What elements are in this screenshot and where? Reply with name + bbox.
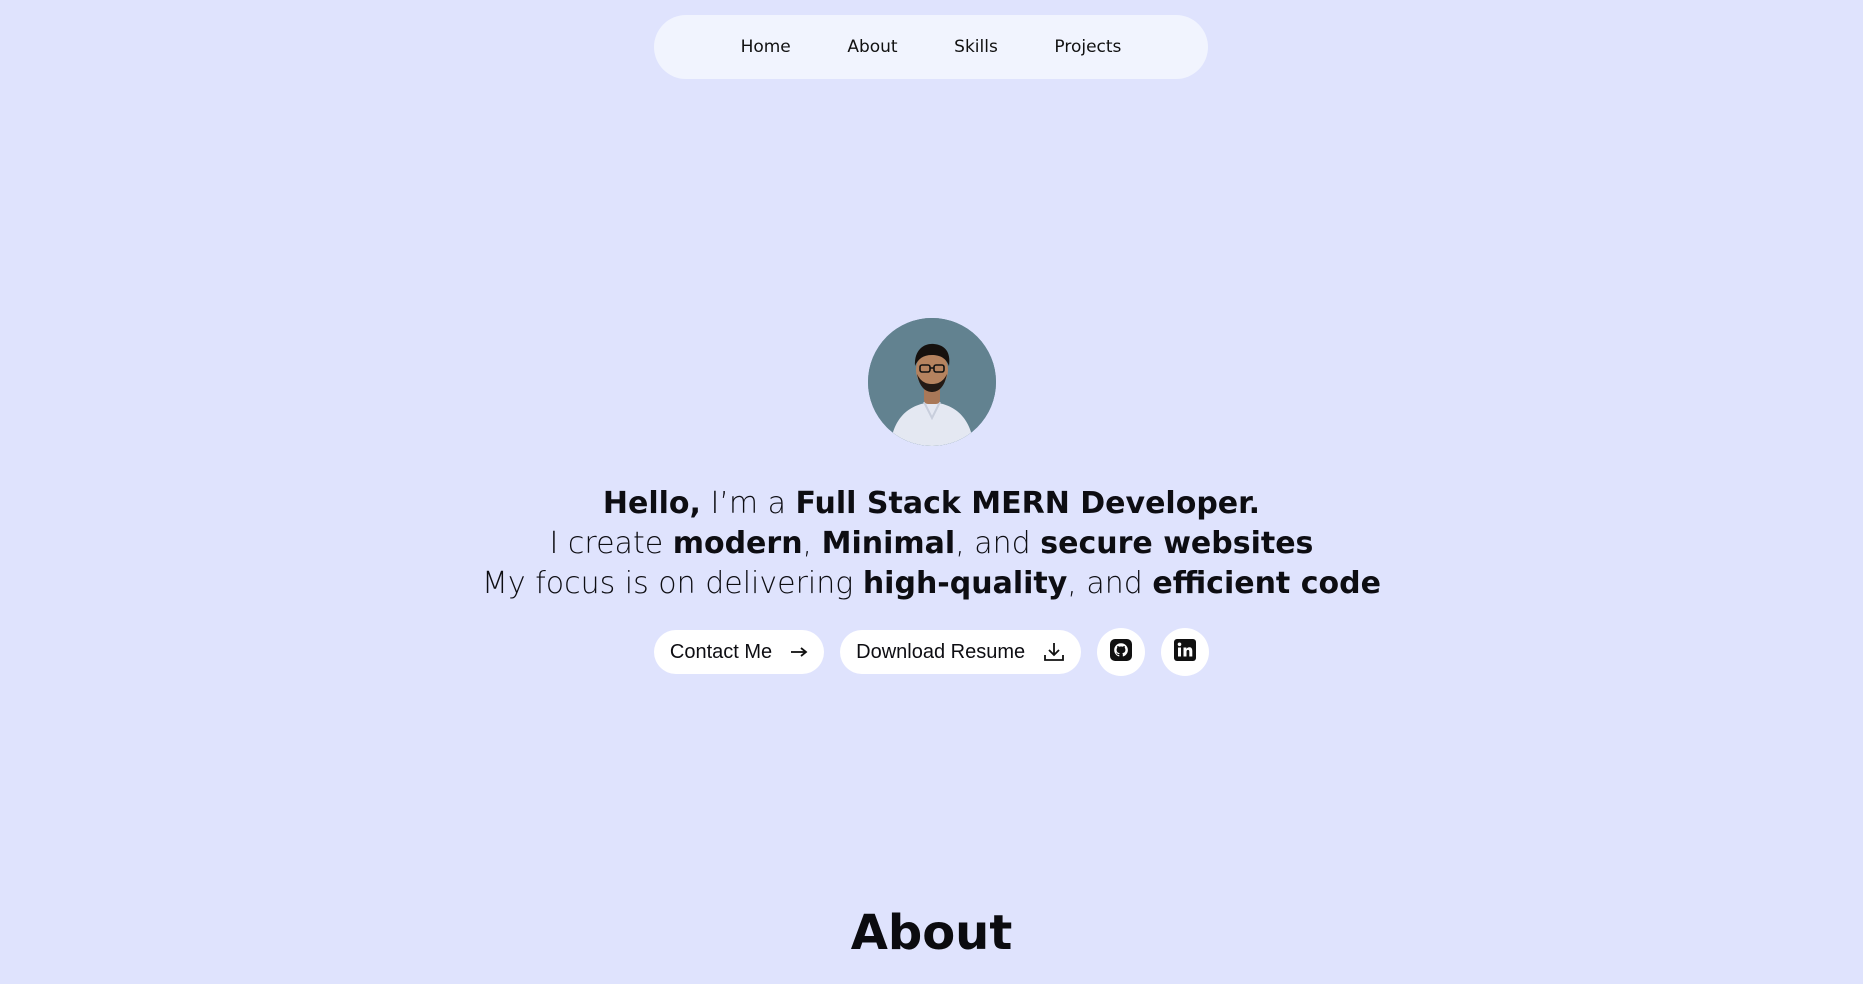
arrow-right-icon xyxy=(790,646,808,658)
intro-line-3: My focus is on delivering high-quality, … xyxy=(482,566,1381,601)
intro-text: Hello, I’m a Full Stack MERN Developer. … xyxy=(482,484,1381,604)
nav-home[interactable]: Home xyxy=(741,37,791,57)
download-resume-button[interactable]: Download Resume xyxy=(840,630,1082,674)
profile-photo xyxy=(867,318,996,446)
download-icon xyxy=(1043,641,1065,663)
download-resume-label: Download Resume xyxy=(856,640,1026,663)
github-link[interactable] xyxy=(1097,628,1146,676)
about-section-title: About xyxy=(850,905,1013,961)
nav-about[interactable]: About xyxy=(847,37,897,57)
linkedin-link[interactable] xyxy=(1161,628,1210,676)
intro-line-2: I create modern, Minimal, and secure web… xyxy=(549,526,1314,561)
hero-actions: Contact Me Download Resume xyxy=(653,628,1210,676)
nav-skills[interactable]: Skills xyxy=(954,37,998,57)
linkedin-icon xyxy=(1173,638,1197,666)
intro-line-1: Hello, I’m a Full Stack MERN Developer. xyxy=(602,486,1261,521)
nav-projects[interactable]: Projects xyxy=(1054,37,1121,57)
contact-me-label: Contact Me xyxy=(669,640,773,663)
github-icon xyxy=(1109,638,1133,666)
avatar xyxy=(867,318,996,446)
hero-section: Hello, I’m a Full Stack MERN Developer. … xyxy=(0,318,1863,676)
contact-me-button[interactable]: Contact Me xyxy=(653,630,825,674)
top-nav: Home About Skills Projects xyxy=(654,15,1208,79)
